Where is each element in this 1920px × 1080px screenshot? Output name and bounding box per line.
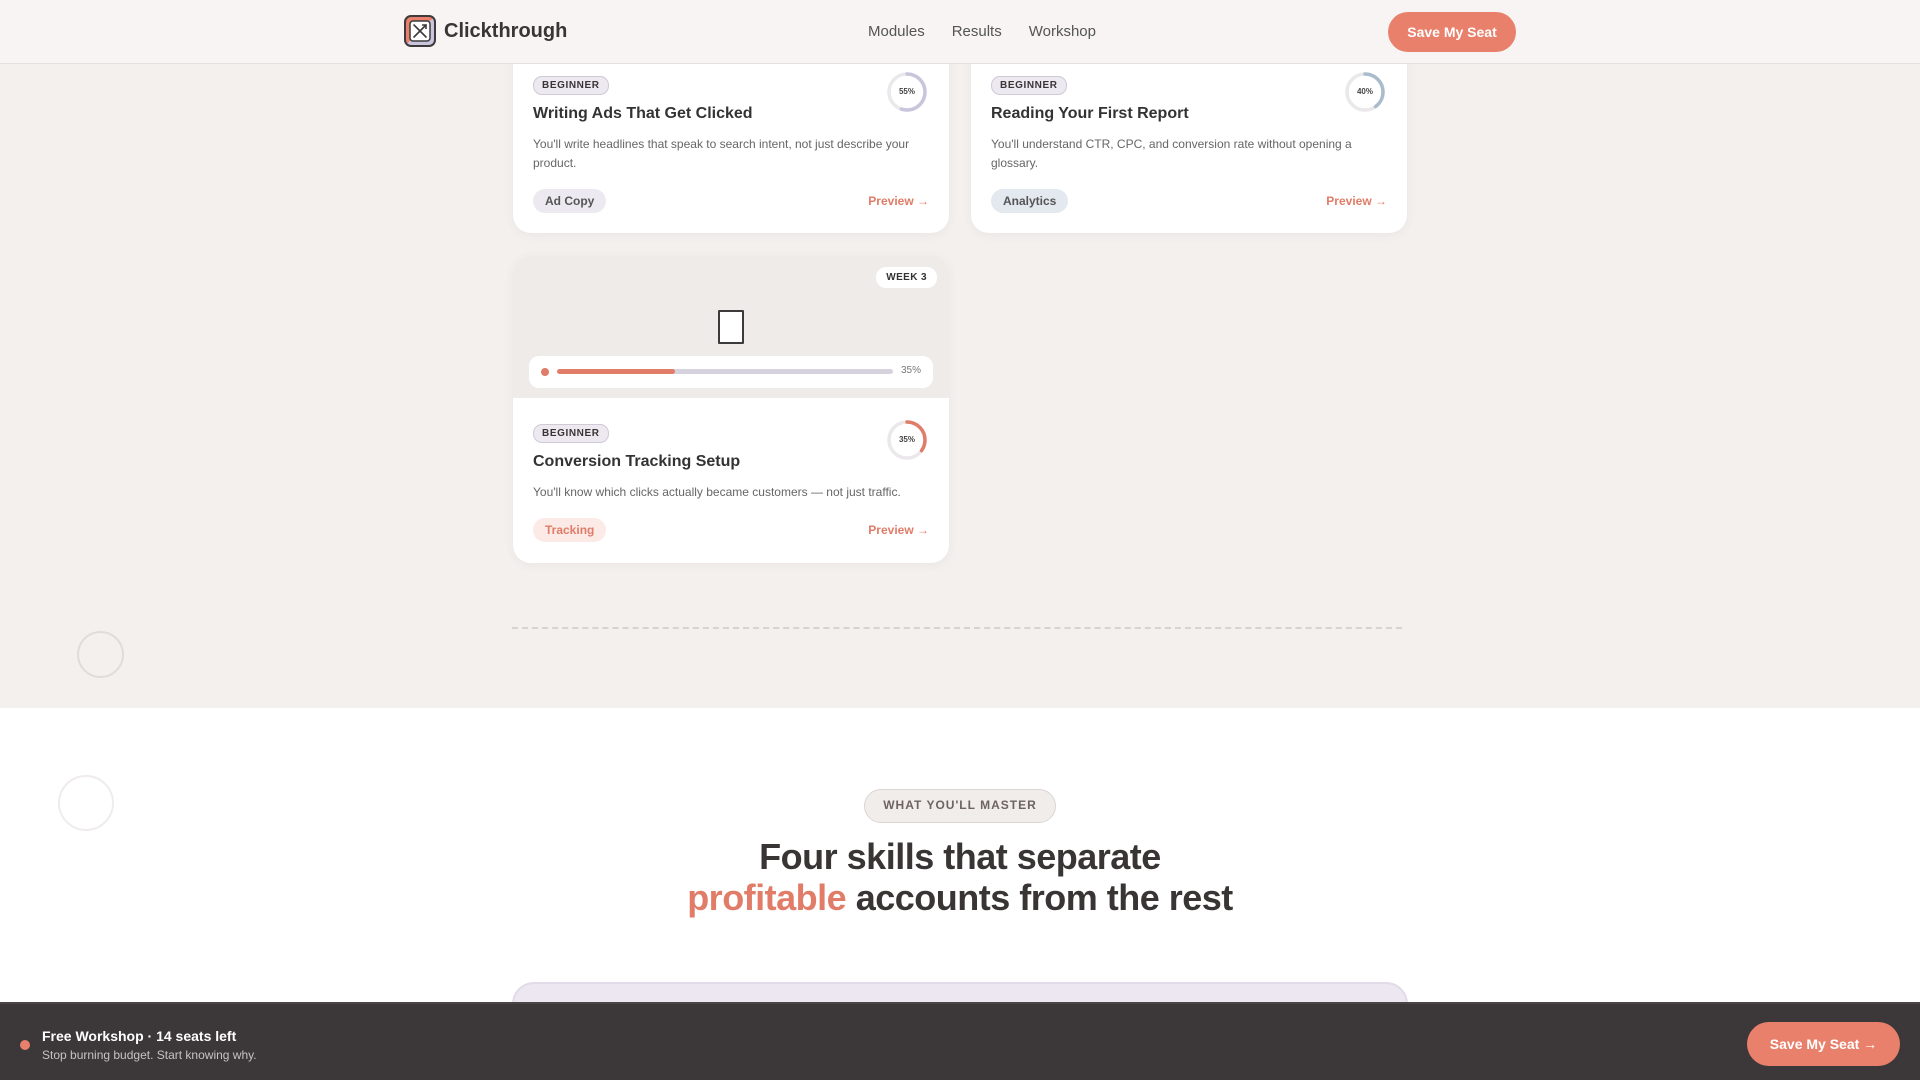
progress-ring: 40%	[1344, 71, 1386, 113]
brand-name: Clickthrough	[444, 19, 568, 42]
save-seat-bottom-button[interactable]: Save My Seat →	[1747, 1022, 1900, 1066]
preview-link[interactable]: Preview →	[1326, 194, 1387, 208]
progress-percent: 40%	[1356, 87, 1373, 96]
card-media: WEEK 3 35%	[513, 256, 949, 398]
level-badge: BEGINNER	[991, 76, 1067, 95]
decorative-circle	[77, 631, 124, 678]
live-indicator	[20, 1040, 30, 1050]
nav-link-modules[interactable]: Modules	[868, 23, 925, 40]
preview-link[interactable]: Preview →	[868, 194, 929, 208]
nav-link-workshop[interactable]: Workshop	[1029, 23, 1096, 40]
progress-dot	[541, 368, 549, 376]
card-description: You'll write headlines that speak to sea…	[533, 137, 910, 170]
preview-link[interactable]: Preview →	[868, 523, 929, 537]
nav-link-results[interactable]: Results	[952, 23, 1002, 40]
headline-line-1: Four skills that separate	[759, 836, 1161, 877]
card-title: Conversion Tracking Setup	[533, 453, 741, 470]
decorative-circle	[58, 775, 114, 831]
progress-value: 35%	[900, 365, 921, 376]
module-card: WEEK 3 35% BEGINNER Conversion Tracking …	[513, 256, 949, 563]
progress-fill	[557, 369, 675, 374]
media-progress: 35%	[529, 356, 933, 388]
topic-tag: Tracking	[533, 518, 607, 542]
workshop-subtitle: Stop burning budget. Start knowing why.	[42, 1048, 257, 1062]
save-seat-button[interactable]: Save My Seat	[1388, 12, 1516, 52]
card-title: Reading Your First Report	[991, 105, 1189, 122]
device-icon	[718, 310, 744, 344]
site-header: Clickthrough Modules Results Workshop Sa…	[0, 0, 1920, 64]
card-description: You'll understand CTR, CPC, and conversi…	[991, 137, 1352, 170]
topic-tag: Ad Copy	[533, 189, 607, 213]
module-card: BEGINNER Reading Your First Report You'l…	[971, 40, 1407, 233]
brand-logo[interactable]: Clickthrough	[404, 15, 567, 47]
progress-ring: 35%	[886, 419, 928, 461]
topic-tag: Analytics	[991, 189, 1069, 213]
progress-percent: 55%	[898, 87, 915, 96]
progress-ring: 55%	[886, 71, 928, 113]
card-title: Writing Ads That Get Clicked	[533, 105, 753, 122]
card-description: You'll know which clicks actually became…	[533, 485, 901, 499]
headline-accent: profitable	[687, 877, 847, 918]
week-badge: WEEK 3	[876, 267, 937, 288]
level-badge: BEGINNER	[533, 76, 609, 95]
progress-track	[557, 369, 893, 374]
level-badge: BEGINNER	[533, 424, 609, 443]
headline-line-2: accounts from the rest	[846, 877, 1234, 918]
progress-percent: 35%	[898, 435, 915, 444]
section-eyebrow: WHAT YOU'LL MASTER	[864, 789, 1056, 823]
module-card: BEGINNER Writing Ads That Get Clicked Yo…	[513, 40, 949, 233]
sticky-bottom-bar: Free Workshop · 14 seats left Stop burni…	[0, 1002, 1920, 1080]
workshop-title: Free Workshop · 14 seats left	[42, 1028, 237, 1044]
main-nav: Modules Results Workshop	[868, 23, 1123, 40]
logo-icon	[404, 15, 436, 47]
section-headline: Four skills that separate profitable acc…	[0, 836, 1920, 918]
section-divider	[512, 627, 1402, 629]
